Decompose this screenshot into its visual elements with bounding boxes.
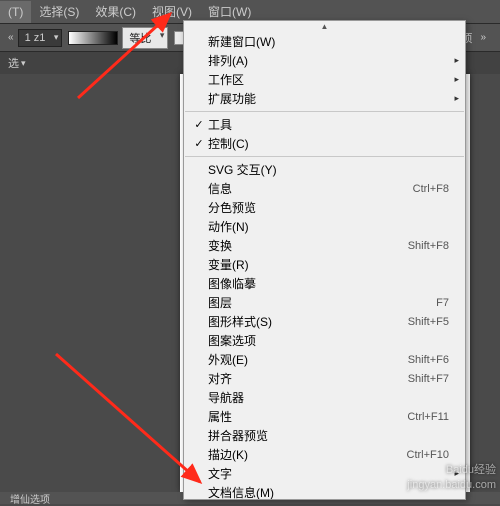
window-menu-dropdown: ▲ 新建窗口(W)排列(A)工作区扩展功能✓工具✓控制(C)SVG 交互(Y)信… (183, 20, 466, 500)
status-text: 增仙选项 (0, 491, 60, 506)
menu-item-shortcut: Shift+F8 (379, 240, 449, 252)
tab-label[interactable]: 选 (8, 55, 19, 71)
menu-item[interactable]: 属性Ctrl+F11 (184, 407, 465, 426)
menu-item-label: 拼合器预览 (208, 427, 379, 444)
menu-item-label: 控制(C) (208, 135, 379, 152)
menu-item-label: 新建窗口(W) (208, 33, 379, 50)
menu-item[interactable]: 文档信息(M) (184, 483, 465, 500)
menu-item-label: SVG 交互(Y) (208, 161, 379, 178)
scroll-up-icon[interactable]: ▲ (184, 21, 465, 32)
menu-item-label: 信息 (208, 180, 379, 197)
menu-item-label: 外观(E) (208, 351, 379, 368)
menu-item-label: 分色预览 (208, 199, 379, 216)
menu-item-label: 扩展功能 (208, 90, 379, 107)
menu-item-shortcut: Ctrl+F10 (379, 449, 449, 461)
menu-item[interactable]: 信息Ctrl+F8 (184, 179, 465, 198)
menu-item-label: 图层 (208, 294, 379, 311)
menu-item-label: 图形样式(S) (208, 313, 379, 330)
menu-item-label: 描边(K) (208, 446, 379, 463)
opacity-dropdown[interactable]: 等比 (122, 27, 168, 49)
menu-item-label: 工作区 (208, 71, 379, 88)
menu-item-shortcut: Ctrl+F8 (379, 183, 449, 195)
menu-separator (185, 156, 464, 157)
check-icon: ✓ (190, 118, 208, 131)
menu-item-label: 变量(R) (208, 256, 379, 273)
menu-item-shortcut: Ctrl+F11 (379, 411, 449, 423)
menu-item-shortcut: Shift+F6 (379, 354, 449, 366)
menu-separator (185, 111, 464, 112)
chev-right-icon[interactable]: » (476, 32, 490, 43)
menu-item-label: 属性 (208, 408, 379, 425)
menu-effect[interactable]: 效果(C) (87, 0, 144, 24)
menu-item[interactable]: 扩展功能 (184, 89, 465, 108)
menu-item[interactable]: ✓工具 (184, 115, 465, 134)
menu-item-label: 动作(N) (208, 218, 379, 235)
menu-item[interactable]: 图案选项 (184, 331, 465, 350)
menu-item-label: 变换 (208, 237, 379, 254)
menu-item[interactable]: 对齐Shift+F7 (184, 369, 465, 388)
menu-item[interactable]: 变量(R) (184, 255, 465, 274)
menu-item[interactable]: 外观(E)Shift+F6 (184, 350, 465, 369)
menu-item[interactable]: 拼合器预览 (184, 426, 465, 445)
menu-item-shortcut: Shift+F7 (379, 373, 449, 385)
menu-item[interactable]: ✓控制(C) (184, 134, 465, 153)
menu-item-label: 文档信息(M) (208, 484, 379, 500)
menu-t[interactable]: (T) (0, 1, 31, 23)
menu-item-shortcut: F7 (379, 297, 449, 309)
gradient-swatch[interactable] (68, 31, 118, 45)
menu-item[interactable]: 工作区 (184, 70, 465, 89)
menu-item-label: 导航器 (208, 389, 379, 406)
menu-item[interactable]: 图层F7 (184, 293, 465, 312)
menu-item-label: 文字 (208, 465, 379, 482)
menu-item[interactable]: 分色预览 (184, 198, 465, 217)
tab-chevron-icon: ▾ (21, 58, 26, 69)
menu-item-label: 图案选项 (208, 332, 379, 349)
zoom-dropdown[interactable]: 1 z1 (18, 29, 63, 47)
check-icon: ✓ (190, 137, 208, 150)
menu-item[interactable]: 导航器 (184, 388, 465, 407)
menu-item-label: 图像临摹 (208, 275, 379, 292)
menu-item[interactable]: 图像临摹 (184, 274, 465, 293)
menu-item-label: 排列(A) (208, 52, 379, 69)
menu-item-label: 工具 (208, 116, 379, 133)
menu-item[interactable]: 新建窗口(W) (184, 32, 465, 51)
menu-item[interactable]: 动作(N) (184, 217, 465, 236)
menu-item[interactable]: 变换Shift+F8 (184, 236, 465, 255)
menu-item[interactable]: 图形样式(S)Shift+F5 (184, 312, 465, 331)
chev-left-icon[interactable]: « (4, 32, 18, 43)
menu-item[interactable]: 排列(A) (184, 51, 465, 70)
menu-select[interactable]: 选择(S) (31, 0, 87, 24)
menu-item-label: 对齐 (208, 370, 379, 387)
menu-item-shortcut: Shift+F5 (379, 316, 449, 328)
menu-item[interactable]: 描边(K)Ctrl+F10 (184, 445, 465, 464)
menu-item[interactable]: SVG 交互(Y) (184, 160, 465, 179)
menu-item[interactable]: 文字 (184, 464, 465, 483)
